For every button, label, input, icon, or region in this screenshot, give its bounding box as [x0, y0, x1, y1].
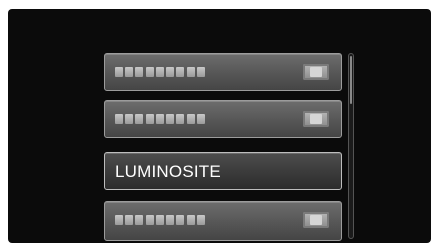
scroll-thumb[interactable]	[350, 56, 352, 104]
placeholder-text-icon	[115, 114, 205, 124]
menu-item-1[interactable]	[104, 53, 342, 91]
menu-item-luminosite[interactable]: LUMINOSITE	[104, 152, 342, 190]
setting-value-icon	[303, 111, 329, 127]
placeholder-text-icon	[115, 215, 205, 225]
menu-item-4[interactable]	[104, 201, 342, 241]
setting-value-icon	[303, 64, 329, 80]
setting-value-icon	[303, 212, 329, 228]
placeholder-text-icon	[115, 67, 205, 77]
menu-screen: LUMINOSITE	[8, 9, 431, 243]
menu-item-label: LUMINOSITE	[115, 162, 221, 181]
menu-item-2[interactable]	[104, 100, 342, 138]
menu-scrollbar[interactable]	[348, 53, 354, 239]
